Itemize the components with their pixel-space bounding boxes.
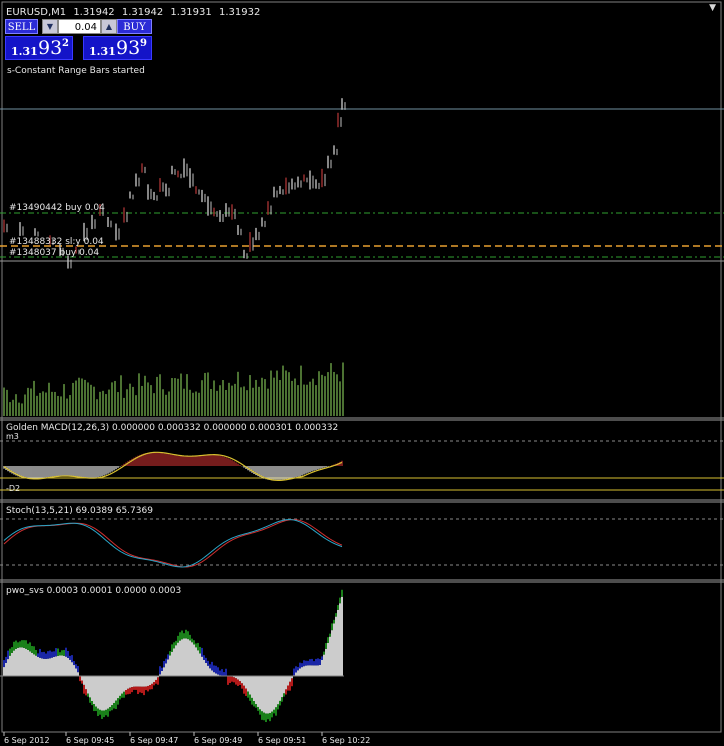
status-message: s-Constant Range Bars started — [7, 66, 145, 76]
chart-window[interactable]: EURUSD,M1 1.31942 1.31942 1.31931 1.3193… — [0, 0, 724, 746]
buy-price-box[interactable]: 1.31 93 9 — [83, 36, 152, 60]
buy-price-fraction: 9 — [140, 38, 147, 49]
order-label[interactable]: #1348037 buy 0.04 — [9, 248, 99, 258]
time-tick: 6 Sep 10:22 — [322, 736, 371, 745]
chart-border — [1, 1, 722, 733]
buy-price-pips: 93 — [116, 37, 141, 59]
stoch-signal-line — [3, 519, 343, 568]
buy-button[interactable]: BUY — [117, 19, 152, 34]
stoch-main-line — [3, 519, 343, 568]
time-tick: 6 Sep 2012 — [4, 736, 50, 745]
order-label[interactable]: #13490442 buy 0.04 — [9, 203, 105, 213]
time-tick: 6 Sep 09:51 — [258, 736, 307, 745]
sell-price-prefix: 1.31 — [11, 45, 38, 58]
chart-canvas[interactable] — [0, 0, 724, 746]
one-click-trading-panel: SELL ▼ 0.04 ▲ BUY 1.31 93 2 1.31 93 9 — [5, 19, 152, 60]
sell-price-pips: 93 — [38, 37, 63, 59]
price-close: 1.31932 — [218, 7, 261, 18]
order-label[interactable]: #13488332 sl:y 0.04 — [9, 237, 104, 247]
price-high: 1.31942 — [121, 7, 164, 18]
macd-indicator-label: Golden MACD(12,26,3) 0.000000 0.000332 0… — [6, 423, 339, 433]
triangle-down-icon[interactable]: ▼ — [42, 19, 58, 34]
sell-button[interactable]: SELL — [5, 19, 38, 34]
price-open: 1.31942 — [73, 7, 115, 18]
macd-level-top: m3 — [6, 432, 19, 441]
symbol-label: EURUSD,M1 — [6, 7, 67, 18]
chart-title: EURUSD,M1 1.31942 1.31942 1.31931 1.3193… — [6, 7, 264, 18]
price-low: 1.31931 — [170, 7, 212, 18]
buy-price-prefix: 1.31 — [89, 45, 116, 58]
chart-corner-arrow-icon[interactable]: ▼ — [709, 3, 716, 13]
lot-size-input[interactable]: 0.04 — [58, 19, 101, 34]
triangle-up-icon[interactable]: ▲ — [101, 19, 117, 34]
time-tick: 6 Sep 09:47 — [130, 736, 179, 745]
time-tick: 6 Sep 09:49 — [194, 736, 243, 745]
sell-price-fraction: 2 — [62, 38, 69, 49]
stoch-indicator-label: Stoch(13,5,21) 69.0389 65.7369 — [6, 506, 153, 516]
time-tick: 6 Sep 09:45 — [66, 736, 115, 745]
pwo-indicator-label: pwo_svs 0.0003 0.0001 0.0000 0.0003 — [6, 586, 182, 596]
macd-level-bottom: -D2 — [6, 484, 21, 493]
macd-signal-line — [3, 451, 343, 481]
sell-price-box[interactable]: 1.31 93 2 — [5, 36, 73, 60]
